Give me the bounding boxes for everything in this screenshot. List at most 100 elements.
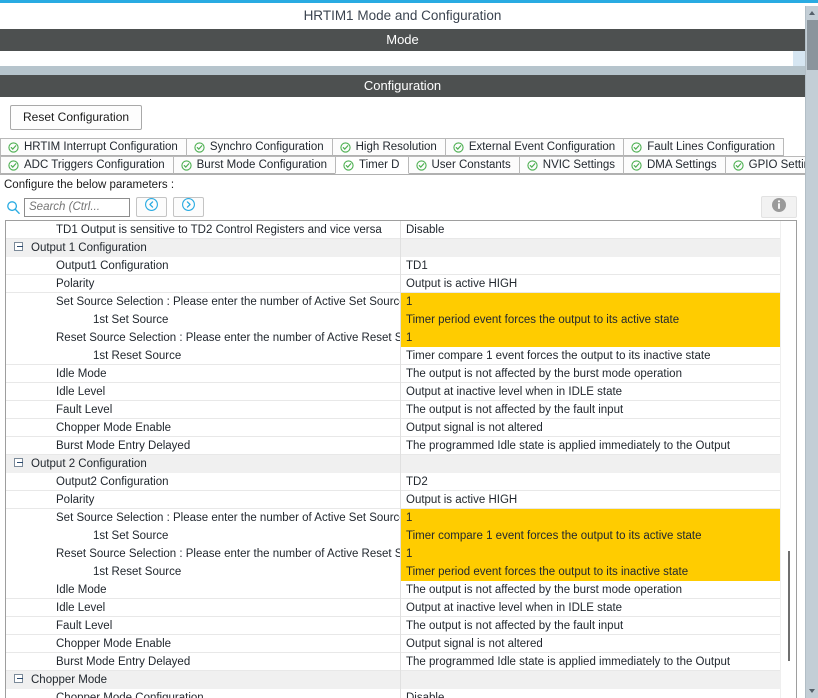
parameter-row[interactable]: Burst Mode Entry DelayedThe programmed I… <box>6 437 796 455</box>
parameter-grid-scroll-thumb[interactable] <box>788 551 790 661</box>
parameter-row[interactable]: Fault LevelThe output is not affected by… <box>6 401 796 419</box>
parameter-row[interactable]: Set Source Selection : Please enter the … <box>6 509 796 527</box>
parameter-value-cell[interactable]: The output is not affected by the fault … <box>401 617 796 635</box>
parameter-value-cell[interactable]: Disable <box>401 689 796 698</box>
tab-dma-settings[interactable]: DMA Settings <box>623 156 726 174</box>
tab-synchro-configuration[interactable]: Synchro Configuration <box>186 138 333 156</box>
parameter-group-row[interactable]: Output 2 Configuration <box>6 455 796 473</box>
parameter-value-cell[interactable]: TD2 <box>401 473 796 491</box>
parameter-name-label: Chopper Mode Enable <box>56 422 171 434</box>
parameter-name-cell: Reset Source Selection : Please enter th… <box>6 329 401 347</box>
parameter-value-cell[interactable]: Output is active HIGH <box>401 275 796 293</box>
parameter-value-cell[interactable]: Timer period event forces the output to … <box>401 563 796 581</box>
parameter-name-label: Chopper Mode Enable <box>56 638 171 650</box>
parameter-value-cell[interactable]: Output at inactive level when in IDLE st… <box>401 599 796 617</box>
parameter-name-label: Idle Mode <box>56 584 107 596</box>
tab-label: High Resolution <box>356 141 437 153</box>
parameter-value-cell[interactable]: Timer compare 1 event forces the output … <box>401 347 796 365</box>
scroll-down-arrow-icon[interactable] <box>806 684 818 698</box>
parameter-name-label: Polarity <box>56 278 94 290</box>
tab-timer-d[interactable]: Timer D <box>335 156 408 174</box>
parameter-value-label: Output at inactive level when in IDLE st… <box>406 386 622 398</box>
parameter-row[interactable]: Idle LevelOutput at inactive level when … <box>6 599 796 617</box>
parameter-row[interactable]: 1st Set Source Timer compare 1 event forc… <box>6 527 796 545</box>
parameter-value-cell[interactable]: 1 <box>401 293 796 311</box>
parameter-value-cell[interactable]: Output at inactive level when in IDLE st… <box>401 383 796 401</box>
parameter-value-cell[interactable]: Timer compare 1 event forces the output … <box>401 527 796 545</box>
parameter-grid[interactable]: TD1 Output is sensitive to TD2 Control R… <box>5 220 797 698</box>
parameter-row[interactable]: Chopper Mode ConfigurationDisable <box>6 689 796 698</box>
tab-fault-lines-configuration[interactable]: Fault Lines Configuration <box>623 138 784 156</box>
parameter-value-cell[interactable]: Output signal is not altered <box>401 419 796 437</box>
parameter-row[interactable]: Chopper Mode Enable Output signal is not … <box>6 635 796 653</box>
mode-section-body <box>0 51 805 66</box>
info-button[interactable] <box>761 196 797 218</box>
parameter-row[interactable]: Output1 ConfigurationTD1 <box>6 257 796 275</box>
parameter-value-label: 1 <box>406 296 412 308</box>
parameter-group-row[interactable]: Output 1 Configuration <box>6 239 796 257</box>
parameter-value-cell[interactable] <box>401 239 796 257</box>
parameter-value-label: 1 <box>406 548 412 560</box>
tab-high-resolution[interactable]: High Resolution <box>332 138 446 156</box>
parameter-row[interactable]: Idle ModeThe output is not affected by t… <box>6 365 796 383</box>
parameter-group-row[interactable]: Chopper Mode <box>6 671 796 689</box>
parameter-value-cell[interactable] <box>401 455 796 473</box>
parameter-value-cell[interactable]: Output is active HIGH <box>401 491 796 509</box>
tab-label: External Event Configuration <box>469 141 615 153</box>
window-scrollbar[interactable] <box>805 6 818 698</box>
tab-adc-triggers-configuration[interactable]: ADC Triggers Configuration <box>0 156 174 174</box>
tab-external-event-configuration[interactable]: External Event Configuration <box>445 138 624 156</box>
parameter-name-label: 1st Set Source <box>93 530 168 542</box>
collapse-expander-icon[interactable] <box>14 674 23 683</box>
tab-burst-mode-configuration[interactable]: Burst Mode Configuration <box>173 156 336 174</box>
tab-label: NVIC Settings <box>543 159 615 171</box>
parameter-value-cell[interactable]: 1 <box>401 329 796 347</box>
parameter-row[interactable]: Fault LevelThe output is not affected by… <box>6 617 796 635</box>
parameter-name-cell: Output 2 Configuration <box>6 455 401 473</box>
parameter-value-cell[interactable]: Timer period event forces the output to … <box>401 311 796 329</box>
parameter-value-cell[interactable]: The output is not affected by the burst … <box>401 365 796 383</box>
parameter-row[interactable]: Burst Mode Entry DelayedThe programmed I… <box>6 653 796 671</box>
search-next-button[interactable] <box>173 197 204 217</box>
parameter-row[interactable]: Polarity Output is active HIGH <box>6 275 796 293</box>
parameter-value-cell[interactable]: 1 <box>401 545 796 563</box>
parameter-row[interactable]: Idle LevelOutput at inactive level when … <box>6 383 796 401</box>
parameter-row[interactable]: 1st Set SourceTimer period event forces … <box>6 311 796 329</box>
parameter-value-cell[interactable]: Disable <box>401 221 796 239</box>
parameter-row[interactable]: Output2 ConfigurationTD2 <box>6 473 796 491</box>
parameter-row[interactable]: Chopper Mode Enable Output signal is not … <box>6 419 796 437</box>
parameter-name-cell: Chopper Mode <box>6 671 401 689</box>
parameter-value-cell[interactable]: The output is not affected by the burst … <box>401 581 796 599</box>
parameter-row[interactable]: TD1 Output is sensitive to TD2 Control R… <box>6 221 796 239</box>
parameter-value-label: Timer compare 1 event forces the output … <box>406 530 702 542</box>
reset-configuration-button[interactable]: Reset Configuration <box>10 105 142 130</box>
parameter-row[interactable]: 1st Reset SourceTimer compare 1 event fo… <box>6 347 796 365</box>
parameter-grid-scrollbar[interactable] <box>780 221 796 698</box>
collapse-expander-icon[interactable] <box>14 242 23 251</box>
chevron-left-circle-icon <box>144 197 159 217</box>
parameter-value-cell[interactable]: Output signal is not altered <box>401 635 796 653</box>
check-circle-icon <box>343 160 354 171</box>
parameter-row[interactable]: PolarityOutput is active HIGH <box>6 491 796 509</box>
tab-nvic-settings[interactable]: NVIC Settings <box>519 156 624 174</box>
parameter-value-cell[interactable] <box>401 671 796 689</box>
parameter-value-cell[interactable]: TD1 <box>401 257 796 275</box>
parameter-value-cell[interactable]: The programmed Idle state is applied imm… <box>401 437 796 455</box>
parameter-row[interactable]: Reset Source Selection : Please enter th… <box>6 329 796 347</box>
parameter-row[interactable]: 1st Reset SourceTimer period event force… <box>6 563 796 581</box>
parameter-value-label: TD2 <box>406 476 428 488</box>
parameter-value-cell[interactable]: The output is not affected by the fault … <box>401 401 796 419</box>
parameter-value-cell[interactable]: 1 <box>401 509 796 527</box>
search-previous-button[interactable] <box>136 197 167 217</box>
search-input[interactable] <box>24 198 130 217</box>
scroll-up-arrow-icon[interactable] <box>806 6 818 20</box>
collapse-expander-icon[interactable] <box>14 458 23 467</box>
window-scroll-thumb[interactable] <box>807 20 818 70</box>
tab-gpio-settings[interactable]: GPIO Settings <box>725 156 818 174</box>
parameter-value-cell[interactable]: The programmed Idle state is applied imm… <box>401 653 796 671</box>
tab-hrtim-interrupt-configuration[interactable]: HRTIM Interrupt Configuration <box>0 138 187 156</box>
parameter-row[interactable]: Set Source Selection : Please enter the … <box>6 293 796 311</box>
parameter-row[interactable]: Reset Source Selection : Please enter th… <box>6 545 796 563</box>
parameter-row[interactable]: Idle Mode The output is not affected by t… <box>6 581 796 599</box>
tab-user-constants[interactable]: User Constants <box>408 156 520 174</box>
